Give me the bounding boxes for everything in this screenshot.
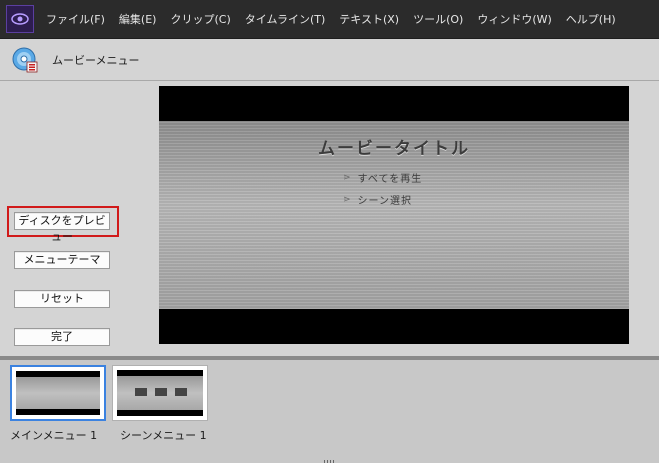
arrow-icon: ⋗ — [343, 172, 352, 183]
menu-edit[interactable]: 編集(E) — [119, 11, 157, 27]
panel-header: ムービーメニュー — [0, 39, 659, 81]
scene-select-link[interactable]: ⋗ シーン選択 — [343, 192, 413, 208]
main-menu-thumbnail-image — [16, 371, 100, 415]
play-all-link[interactable]: ⋗ すべてを再生 — [343, 170, 423, 186]
panel-title: ムービーメニュー — [52, 54, 140, 67]
menu-timeline[interactable]: タイムライン(T) — [245, 11, 326, 27]
disc-menu-icon — [12, 47, 38, 73]
scene-menu-thumbnail[interactable] — [112, 365, 208, 421]
menu-bar: ファイル(F) 編集(E) クリップ(C) タイムライン(T) テキスト(X) … — [0, 0, 659, 39]
main-menu-thumbnail[interactable] — [10, 365, 106, 421]
scene-menu-thumbnail-image — [117, 370, 203, 416]
menu-text[interactable]: テキスト(X) — [339, 11, 399, 27]
movie-menu-workspace: ディスクをプレビュー メニューテーマ リセット 完了 ムービータイトル ⋗ すべ… — [0, 81, 659, 356]
movie-title-text[interactable]: ムービータイトル — [159, 134, 629, 159]
menu-file[interactable]: ファイル(F) — [46, 11, 105, 27]
scene-select-label: シーン選択 — [357, 196, 413, 207]
play-all-label: すべてを再生 — [357, 174, 423, 185]
main-menu-caption: メインメニュー 1 — [10, 429, 98, 442]
menu-help[interactable]: ヘルプ(H) — [566, 11, 616, 27]
menu-tools[interactable]: ツール(O) — [413, 11, 463, 27]
menu-thumbnail-strip: メインメニュー 1 シーンメニュー 1 — [0, 360, 659, 463]
reset-button[interactable]: リセット — [14, 290, 110, 308]
menu-preview: ムービータイトル ⋗ すべてを再生 ⋗ シーン選択 — [159, 86, 629, 344]
scene-menu-caption: シーンメニュー 1 — [120, 429, 207, 442]
preview-disc-button[interactable]: ディスクをプレビュー — [14, 212, 110, 243]
app-logo-icon — [6, 5, 34, 33]
menu-window[interactable]: ウィンドウ(W) — [477, 11, 551, 27]
arrow-icon: ⋗ — [343, 194, 352, 205]
menu-theme-button[interactable]: メニューテーマ — [14, 251, 110, 269]
done-button[interactable]: 完了 — [14, 328, 110, 346]
menu-clip[interactable]: クリップ(C) — [170, 11, 230, 27]
